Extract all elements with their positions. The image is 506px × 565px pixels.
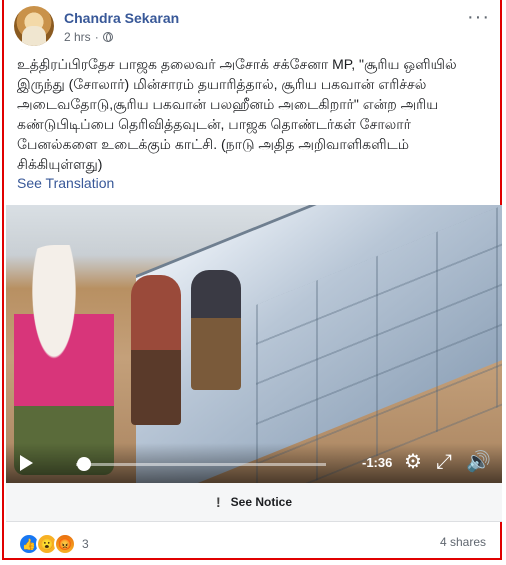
shares-count[interactable]: 4 shares: [440, 535, 486, 549]
post-card: Chandra Sekaran 2 hrs · ··· உத்திரப்பிரத…: [2, 0, 502, 560]
settings-icon[interactable]: ⚙: [404, 452, 422, 472]
video-controls: -1:36 ⚙ ⤢ 🔊: [6, 443, 502, 483]
video-frame-person: [14, 245, 114, 475]
progress-thumb[interactable]: [76, 457, 91, 471]
reactions-summary[interactable]: 👍 😮 😡 3: [18, 533, 89, 555]
progress-track[interactable]: [76, 463, 326, 466]
time-remaining: -1:36: [362, 455, 393, 470]
post-header: Chandra Sekaran 2 hrs · ···: [14, 6, 490, 50]
see-notice-label[interactable]: See Notice: [231, 495, 292, 509]
volume-icon[interactable]: 🔊: [466, 452, 491, 472]
video-frame-person: [131, 275, 181, 425]
fullscreen-icon[interactable]: ⤢: [436, 452, 452, 472]
video-player[interactable]: -1:36 ⚙ ⤢ 🔊: [6, 205, 502, 483]
more-horizontal-icon[interactable]: ···: [467, 7, 490, 27]
angry-reaction-icon: 😡: [54, 533, 76, 555]
reaction-count[interactable]: 3: [82, 537, 89, 551]
post-footer: 👍 😮 😡 3 4 shares: [18, 531, 486, 555]
post-text: உத்திரப்பிரதேச பாஜக தலைவர் அசோக் சக்சேனா…: [17, 56, 457, 172]
meta-separator: ·: [94, 30, 99, 44]
author-name[interactable]: Chandra Sekaran: [64, 10, 179, 26]
exclamation-icon: !: [215, 494, 221, 510]
see-notice-bar[interactable]: ! See Notice: [6, 483, 502, 522]
post-meta: 2 hrs ·: [64, 30, 113, 44]
globe-icon[interactable]: [102, 32, 113, 42]
see-translation-link[interactable]: See Translation: [17, 175, 114, 191]
play-icon[interactable]: [20, 455, 33, 471]
video-frame-person: [191, 270, 241, 390]
avatar[interactable]: [14, 6, 54, 46]
timestamp[interactable]: 2 hrs: [64, 30, 91, 44]
